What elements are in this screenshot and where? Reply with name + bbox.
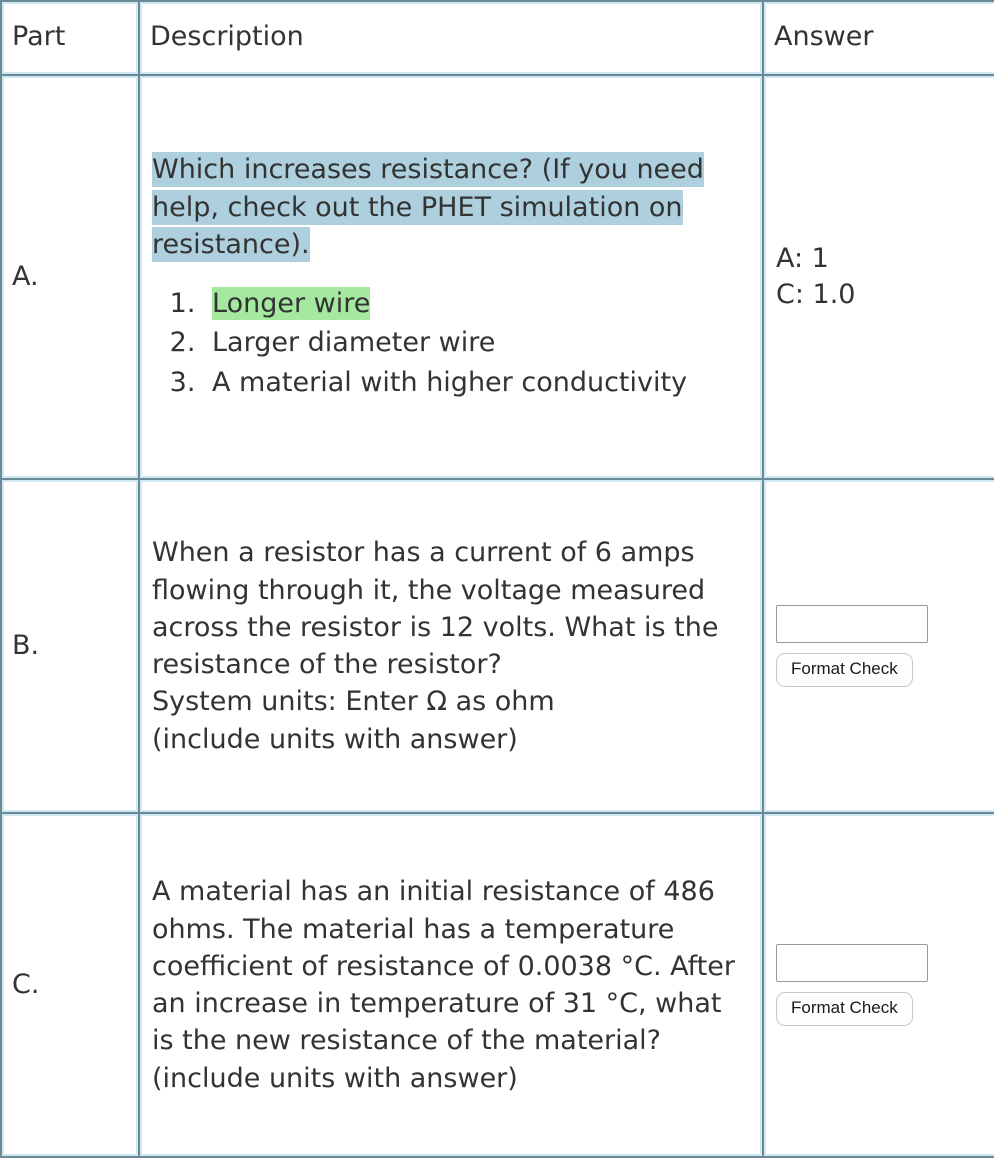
description-cell-a: Which increases resistance? (If you need… bbox=[140, 76, 764, 480]
answer-widgets-c: Format Check bbox=[776, 944, 994, 1026]
units-reminder-b: (include units with answer) bbox=[152, 723, 518, 755]
prompt-highlighted-text: Which increases resistance? (If you need… bbox=[152, 152, 704, 262]
choice-text-3: A material with higher conductivity bbox=[212, 366, 688, 398]
choice-text-1: Longer wire bbox=[212, 287, 371, 320]
table-row: A. Which increases resistance? (If you n… bbox=[0, 76, 994, 480]
question-prompt-a: Which increases resistance? (If you need… bbox=[152, 151, 750, 263]
answer-input-b[interactable] bbox=[776, 605, 928, 644]
answer-input-c[interactable] bbox=[776, 944, 928, 983]
part-label-c: C. bbox=[0, 814, 140, 1158]
answer-widgets-b: Format Check bbox=[776, 605, 994, 687]
worksheet-table: Part Description Answer A. Which increas… bbox=[0, 0, 994, 1158]
answer-cell-c: Format Check bbox=[764, 814, 994, 1158]
header-part: Part bbox=[0, 0, 140, 76]
part-label-b: B. bbox=[0, 480, 140, 814]
format-check-button-b[interactable]: Format Check bbox=[776, 653, 913, 687]
part-label-a: A. bbox=[0, 76, 140, 480]
question-text-c: A material has an initial resistance of … bbox=[152, 876, 735, 1057]
choice-list-a: Longer wire Larger diameter wire A mater… bbox=[152, 285, 750, 401]
choice-text-2: Larger diameter wire bbox=[212, 327, 496, 359]
header-answer: Answer bbox=[764, 0, 994, 76]
answer-line-a: A: 1 bbox=[776, 243, 829, 275]
description-cell-c: A material has an initial resistance of … bbox=[140, 814, 764, 1158]
units-reminder-c: (include units with answer) bbox=[152, 1062, 518, 1094]
list-item: Longer wire bbox=[204, 285, 750, 322]
answer-cell-b: Format Check bbox=[764, 480, 994, 814]
question-text-b: When a resistor has a current of 6 amps … bbox=[152, 537, 719, 680]
table-row: B. When a resistor has a current of 6 am… bbox=[0, 480, 994, 814]
table-row: C. A material has an initial resistance … bbox=[0, 814, 994, 1158]
worksheet-table-container: Part Description Answer A. Which increas… bbox=[0, 0, 994, 1158]
table-header-row: Part Description Answer bbox=[0, 0, 994, 76]
header-description: Description bbox=[140, 0, 764, 76]
answer-line-c: C: 1.0 bbox=[776, 279, 856, 310]
description-cell-b: When a resistor has a current of 6 amps … bbox=[140, 480, 764, 814]
answer-cell-a: A: 1 C: 1.0 bbox=[764, 76, 994, 480]
list-item: A material with higher conductivity bbox=[204, 364, 750, 401]
format-check-button-c[interactable]: Format Check bbox=[776, 992, 913, 1026]
units-note-b: System units: Enter Ω as ohm bbox=[152, 686, 555, 718]
list-item: Larger diameter wire bbox=[204, 324, 750, 361]
